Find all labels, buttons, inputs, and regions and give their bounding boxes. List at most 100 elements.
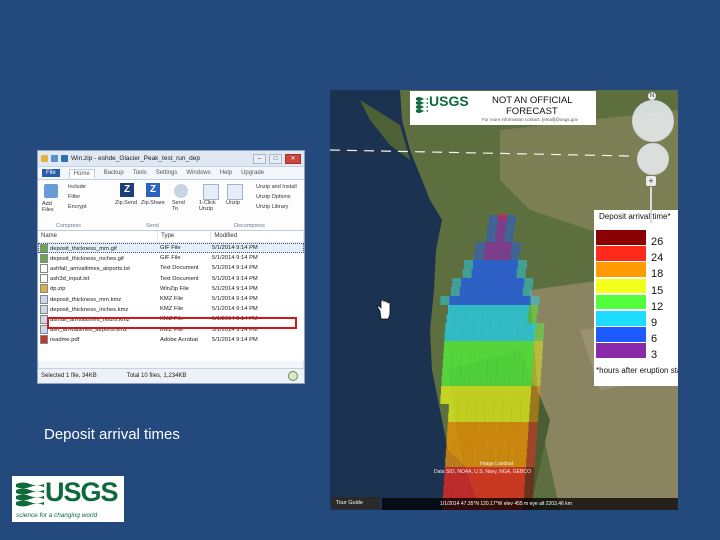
include-button[interactable]: Include: [68, 184, 86, 190]
file-name: deposit_thickness_inches.gif: [50, 255, 124, 262]
zipsend-button[interactable]: Zip.Send: [115, 200, 137, 206]
zipshare-icon[interactable]: Z: [146, 183, 160, 197]
file-row[interactable]: deposit_thickness_mm.gif GIF File 5/1/2014…: [38, 243, 304, 254]
tab-file[interactable]: File: [42, 169, 60, 177]
minimize-button[interactable]: –: [253, 153, 266, 164]
folder-icon[interactable]: [41, 155, 48, 162]
tour-guide-button[interactable]: Tour Guide: [332, 497, 380, 509]
plume-cell: [460, 368, 470, 377]
txt-icon: [40, 274, 48, 284]
one-click-unzip-icon[interactable]: [203, 184, 219, 200]
unzip-install-button[interactable]: Unzip and Install: [256, 184, 297, 190]
encrypt-button[interactable]: Encrypt: [68, 204, 87, 210]
plume-cell: [441, 386, 450, 395]
column-name[interactable]: Name: [38, 231, 159, 242]
status-toggle-icon[interactable]: [288, 371, 298, 381]
zoom-in-icon[interactable]: +: [646, 176, 656, 186]
plume-cell: [501, 431, 510, 440]
plume-cell: [504, 386, 513, 395]
plume-cell: [484, 404, 494, 413]
send-to-icon[interactable]: [174, 184, 188, 198]
tab-settings[interactable]: Settings: [156, 170, 178, 176]
one-click-unzip-button[interactable]: 1-Click Unzip: [199, 200, 223, 212]
tab-upgrade[interactable]: Upgrade: [241, 170, 264, 176]
file-name: readme.pdf: [50, 337, 80, 344]
close-button[interactable]: ✕: [285, 153, 301, 164]
file-row[interactable]: readme.pdf Adobe Acrobat 5/1/2014 9:14 PM: [38, 335, 304, 345]
google-earth-map[interactable]: USGS NOT AN OFFICIAL FORECAST For more i…: [330, 90, 678, 510]
plume-cell: [448, 404, 458, 413]
plume-cell: [448, 413, 458, 422]
zoom-slider[interactable]: [650, 187, 652, 223]
plume-cell: [483, 431, 492, 440]
tab-home[interactable]: Home: [68, 168, 95, 178]
filter-button[interactable]: Filter: [68, 194, 80, 200]
maximize-button[interactable]: □: [269, 153, 282, 164]
plume-cell: [459, 386, 468, 395]
tab-tools[interactable]: Tools: [133, 170, 147, 176]
column-modified[interactable]: Modified: [211, 231, 304, 242]
save-icon[interactable]: [51, 155, 58, 162]
pan-control[interactable]: [637, 143, 669, 175]
add-files-button[interactable]: Add Files: [42, 201, 60, 213]
plume-cell: [452, 485, 462, 494]
plume-cell: [460, 359, 470, 368]
plume-cell: [477, 287, 487, 296]
plume-cell: [493, 305, 502, 314]
plume-cell: [507, 269, 517, 278]
plume-cell: [531, 386, 540, 395]
look-around-control[interactable]: [632, 100, 674, 142]
legend-swatch: [596, 230, 646, 245]
plume-cell: [485, 395, 495, 404]
tab-windows[interactable]: Windows: [186, 170, 210, 176]
tab-help[interactable]: Help: [220, 170, 232, 176]
winzip-icon[interactable]: [61, 155, 68, 162]
plume-cell: [502, 404, 512, 413]
file-list-header: Name Type Modified: [38, 231, 304, 243]
plume-cell: [509, 314, 519, 323]
column-type[interactable]: Type: [158, 231, 212, 242]
plume-cell: [506, 485, 516, 494]
plume-cell: [470, 278, 480, 287]
file-row[interactable]: dp.zip WinZip File 5/1/2014 9:14 PM: [38, 284, 304, 294]
plume-cell: [450, 377, 460, 386]
plume-cell: [500, 314, 510, 323]
file-row[interactable]: deposit_thickness_inches.kmz KMZ File 5/1/…: [38, 304, 304, 314]
file-row[interactable]: ashfall_arrivaltimes_airports.txt Text Do…: [38, 263, 304, 273]
unzip-button[interactable]: Unzip: [226, 200, 240, 206]
add-files-icon[interactable]: [44, 184, 58, 198]
plume-cell: [453, 341, 462, 350]
file-type: WinZip File: [160, 285, 189, 292]
plume-cell: [445, 323, 455, 332]
plume-cell: [462, 476, 471, 485]
plume-cell: [443, 485, 453, 494]
file-row[interactable]: ash3d_input.txt Text Document 5/1/2014 9:1…: [38, 274, 304, 284]
north-icon[interactable]: N: [648, 92, 656, 100]
plume-cell: [511, 413, 521, 422]
plume-cell: [518, 314, 528, 323]
plume-cell: [505, 368, 515, 377]
plume-cell: [453, 332, 463, 341]
plume-cell: [478, 368, 488, 377]
file-row[interactable]: deposit_thickness_inches.gif GIF File 5/1/…: [38, 253, 304, 263]
file-row[interactable]: deposit_thickness_mm.kmz KMZ File 5/1/2014…: [38, 294, 304, 304]
unzip-library-button[interactable]: Unzip Library: [256, 204, 288, 210]
plume-cell: [515, 485, 525, 494]
hand-cursor-icon: [377, 300, 391, 320]
plume-cell: [474, 422, 484, 431]
tab-backup[interactable]: Backup: [104, 170, 124, 176]
zipsend-icon[interactable]: Z: [120, 183, 134, 197]
plume-cell: [479, 350, 489, 359]
plume-cell: [527, 314, 537, 323]
plume-cell: [522, 287, 532, 296]
plume-cell: [511, 242, 521, 251]
txt-icon: [40, 263, 48, 273]
plume-cell: [453, 476, 462, 485]
plume-cell: [524, 485, 534, 494]
plume-cell: [505, 359, 515, 368]
send-to-button[interactable]: Send To: [172, 200, 188, 212]
zipshare-button[interactable]: Zip.Share: [141, 200, 165, 206]
plume-cell: [471, 341, 480, 350]
unzip-options-button[interactable]: Unzip Options: [256, 194, 291, 200]
unzip-icon[interactable]: [227, 184, 243, 200]
